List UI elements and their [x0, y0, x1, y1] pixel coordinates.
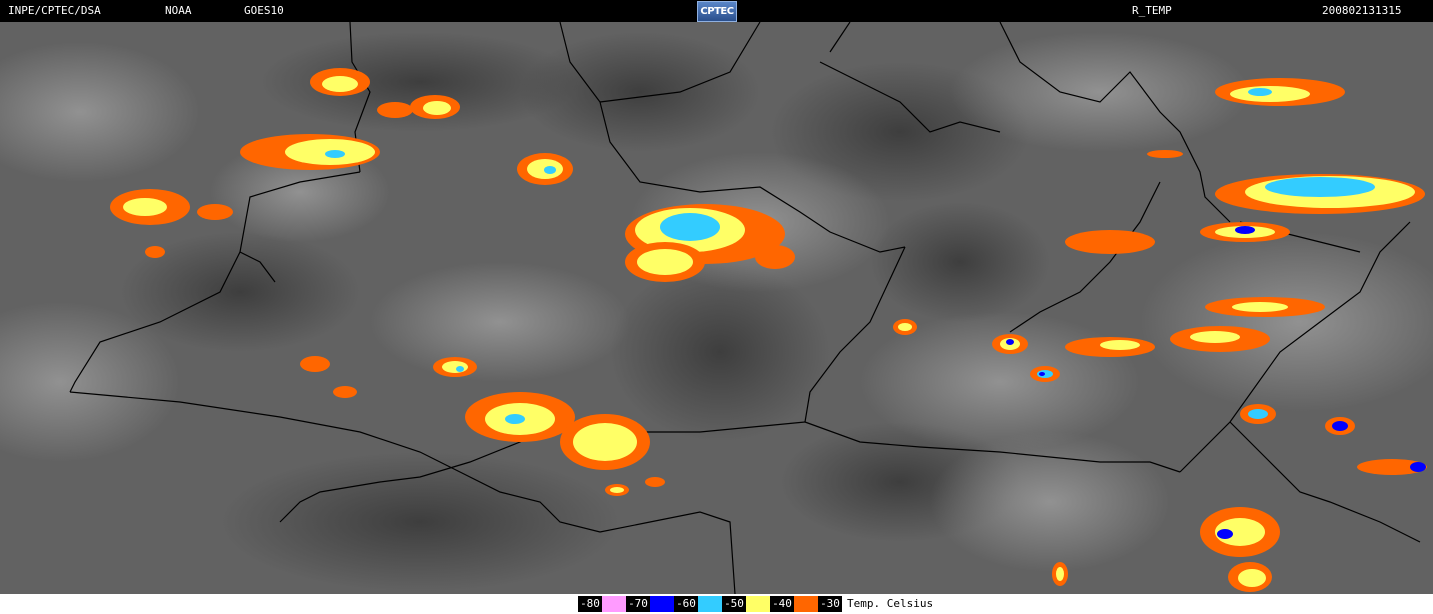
logo-text: CPTEC — [700, 6, 734, 17]
satellite-image — [0, 22, 1433, 594]
legend-label: -40 — [770, 596, 794, 612]
cptec-logo: CPTEC — [697, 1, 737, 22]
timestamp-label: 200802131315 — [1322, 4, 1402, 17]
legend-label: -70 — [626, 596, 650, 612]
product-label: R_TEMP — [1132, 4, 1172, 17]
legend-swatch — [602, 596, 626, 612]
temperature-legend: -80 -70 -60 -50 -40 -30 Temp. Celsius — [578, 596, 933, 612]
legend-label: -80 — [578, 596, 602, 612]
legend-unit: Temp. Celsius — [847, 597, 934, 610]
satellite-label: GOES10 — [244, 4, 284, 17]
legend-swatch — [746, 596, 770, 612]
agency-label: NOAA — [165, 4, 192, 17]
legend-swatch — [650, 596, 674, 612]
legend-label: -50 — [722, 596, 746, 612]
header-bar: INPE/CPTEC/DSA NOAA GOES10 CPTEC R_TEMP … — [0, 0, 1433, 22]
legend-swatch — [698, 596, 722, 612]
legend-label: -60 — [674, 596, 698, 612]
source-label: INPE/CPTEC/DSA — [8, 4, 101, 17]
legend-swatch — [794, 596, 818, 612]
legend-label: -30 — [818, 596, 842, 612]
